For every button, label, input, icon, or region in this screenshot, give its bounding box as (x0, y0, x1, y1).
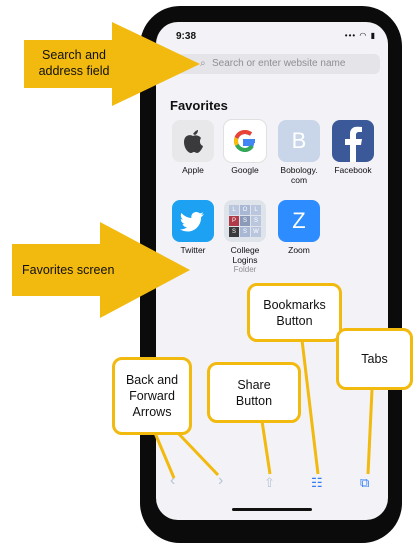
back-pointer-line (153, 432, 176, 479)
bookmarks-callout: Bookmarks Button (247, 283, 342, 342)
tabs-callout: Tabs (336, 328, 413, 390)
back-forward-callout: Back and Forward Arrows (112, 357, 192, 435)
bookmarks-pointer-line (300, 339, 320, 475)
tabs-pointer-line (366, 389, 374, 475)
forward-pointer-line (176, 431, 220, 477)
share-callout: Share Button (207, 362, 301, 423)
search-field-label: Search and address field (38, 48, 110, 78)
favorites-screen-label: Favorites screen (22, 263, 115, 277)
share-pointer-line (260, 420, 272, 475)
